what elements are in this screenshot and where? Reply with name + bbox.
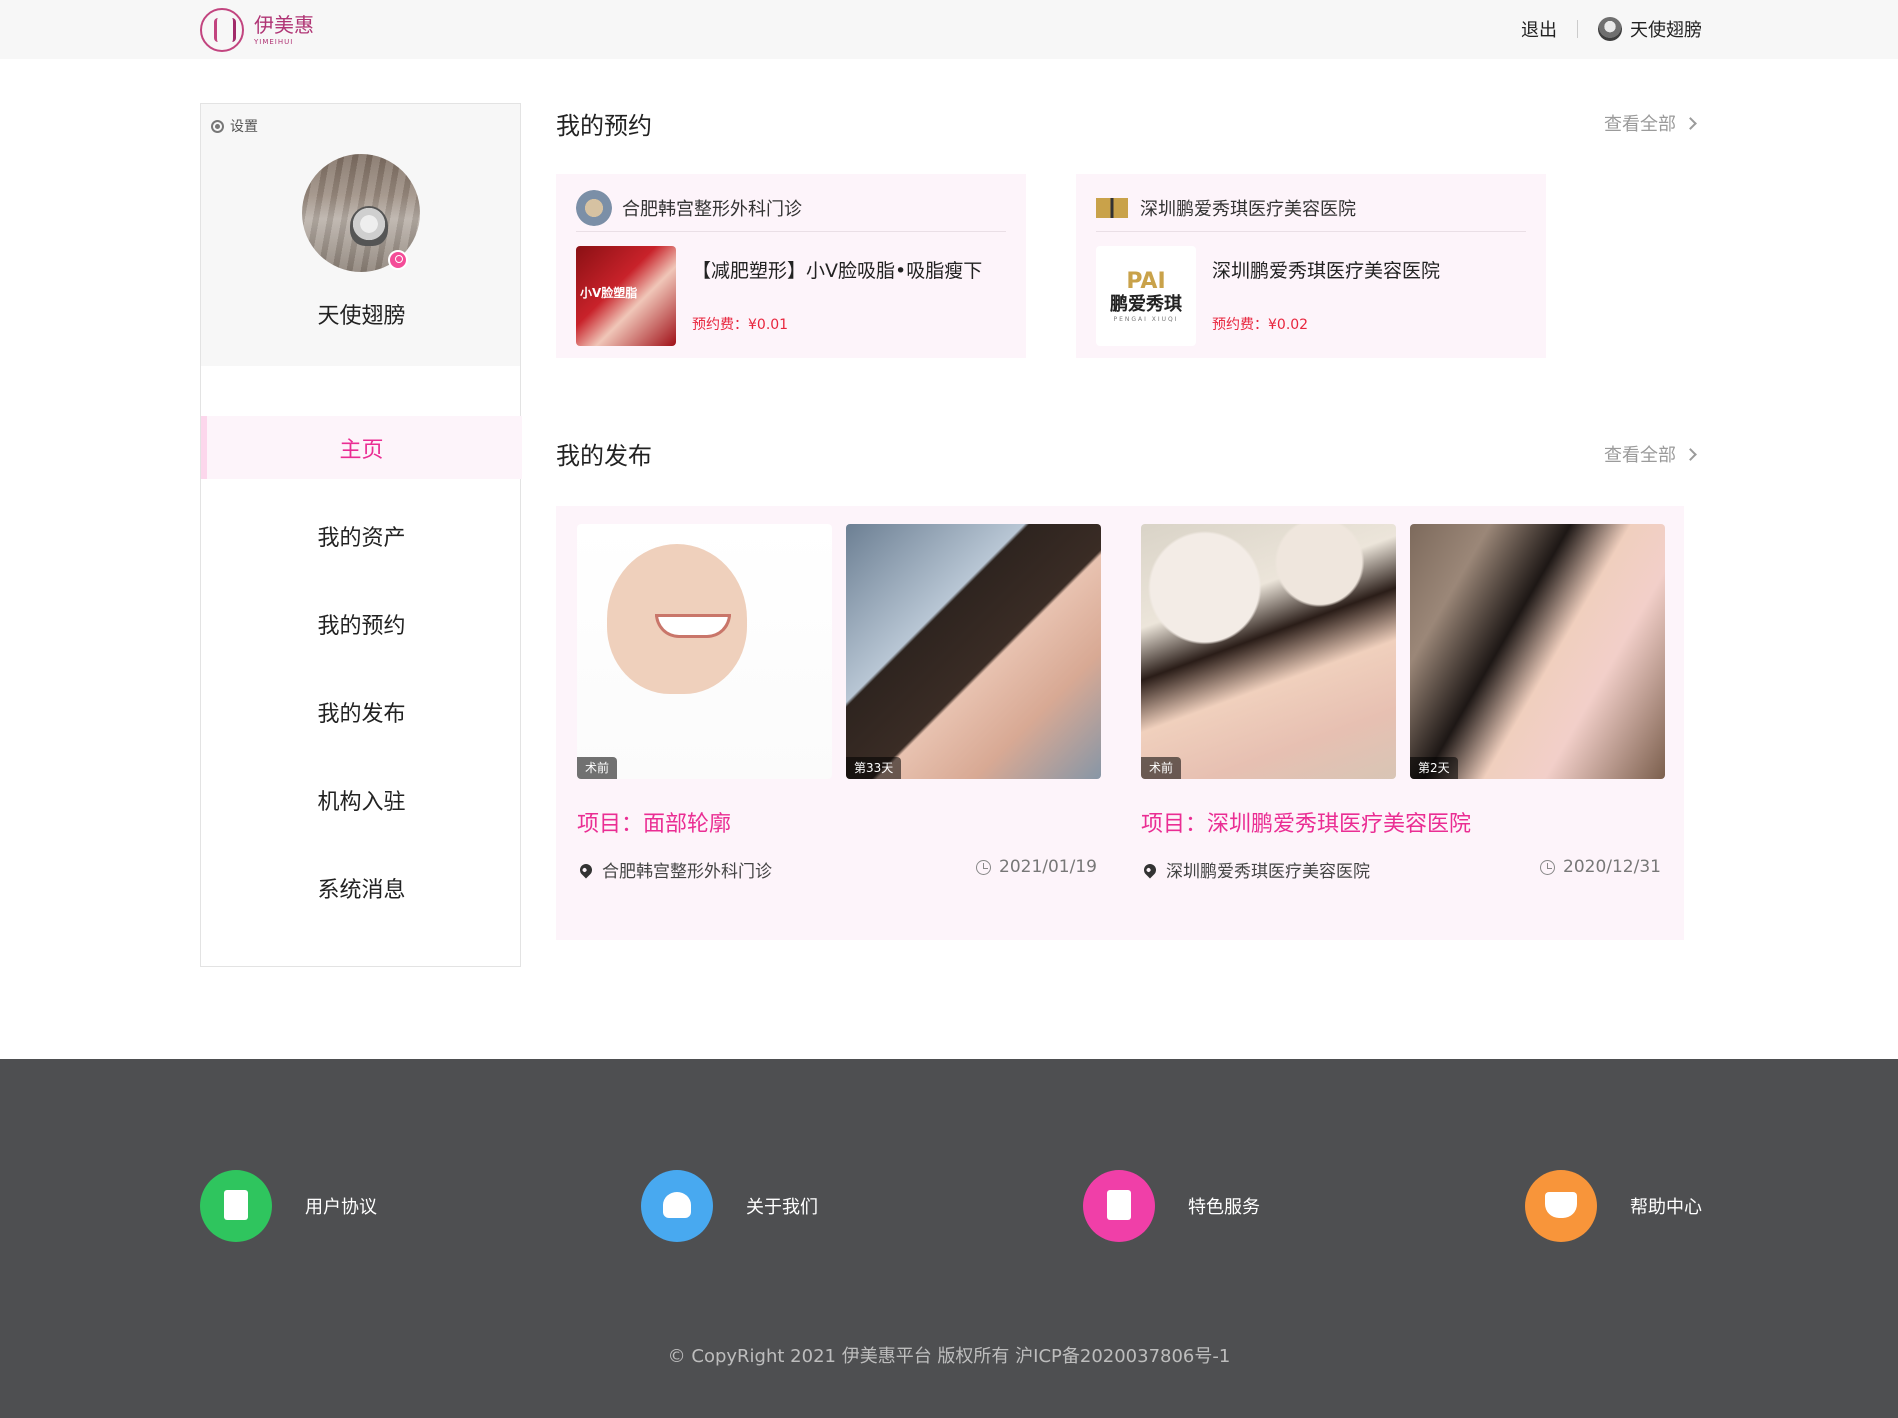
avatar[interactable] (302, 154, 420, 272)
image-tag: 术前 (577, 757, 618, 779)
brand-subtitle: YIMEIHUI (254, 38, 294, 46)
logo-icon (200, 8, 244, 52)
footer-link-about-us[interactable]: 关于我们 (641, 1170, 818, 1242)
sidebar-menu: 主页 我的资产 我的预约 我的发布 机构入驻 系统消息 (201, 416, 522, 944)
sidebar-item-reservations[interactable]: 我的预约 (201, 592, 522, 655)
reservation-clinic[interactable]: 深圳鹏爱秀琪医疗美容医院 (1096, 184, 1526, 232)
reservation-clinic[interactable]: 合肥韩宫整形外科门诊 (576, 184, 1006, 232)
image-tag: 术前 (1141, 757, 1182, 779)
post-image-before[interactable]: 术前 (577, 524, 832, 779)
settings-link[interactable]: 设置 (211, 116, 258, 136)
brand-name: 伊美惠 (254, 13, 314, 37)
reservations-view-all[interactable]: 查看全部 (1604, 110, 1697, 136)
post-image-after[interactable]: 第33天 (846, 524, 1101, 779)
post-image-after[interactable]: 第2天 (1410, 524, 1665, 779)
post-title[interactable]: 项目：面部轮廓 (577, 806, 731, 838)
sidebar-item-assets[interactable]: 我的资产 (201, 504, 522, 567)
book-icon (1525, 1170, 1597, 1242)
location-pin-icon (577, 861, 595, 878)
avatar-icon[interactable] (1598, 17, 1622, 41)
location-badge-icon (388, 250, 408, 270)
footer-link-help-center[interactable]: 帮助中心 (1525, 1170, 1702, 1242)
post-location: 深圳鹏爱秀琪医疗美容医院 (1141, 857, 1370, 882)
post-title[interactable]: 项目：深圳鹏爱秀琪医疗美容医院 (1141, 806, 1471, 838)
post-date: 2021/01/19 (976, 857, 1097, 877)
header-user-name[interactable]: 天使翅膀 (1630, 16, 1702, 42)
image-tag: 第2天 (1410, 757, 1458, 779)
list-icon (1083, 1170, 1155, 1242)
publications-panel: 术前 第33天 项目：面部轮廓 合肥韩宫整形外科门诊 2021/01/19 术前… (556, 506, 1684, 940)
gear-icon (211, 119, 224, 133)
reservations-title: 我的预约 (556, 112, 652, 140)
brand-logo[interactable]: 伊美惠 YIMEIHUI (200, 8, 314, 52)
reservation-card[interactable]: 深圳鹏爱秀琪医疗美容医院 PAI 鹏爱秀琪 PENGAI XIUQI 深圳鹏爱秀… (1076, 174, 1546, 358)
clock-icon (976, 859, 991, 875)
profile-user-name: 天使翅膀 (317, 304, 406, 329)
reservation-thumbnail[interactable]: 小V脸塑脂 (576, 246, 676, 346)
sidebar-item-publications[interactable]: 我的发布 (201, 680, 522, 743)
post-date: 2020/12/31 (1540, 857, 1661, 877)
post-location: 合肥韩宫整形外科门诊 (577, 857, 772, 882)
post-image-before[interactable]: 术前 (1141, 524, 1396, 779)
reservation-price: 预约费：¥0.01 (692, 317, 789, 333)
image-tag: 第33天 (846, 757, 902, 779)
clock-icon (1540, 859, 1555, 875)
publications-view-all[interactable]: 查看全部 (1604, 441, 1697, 467)
clinic-logo-icon (1096, 197, 1128, 218)
reservation-thumbnail[interactable]: PAI 鹏爱秀琪 PENGAI XIUQI (1096, 246, 1196, 346)
users-icon (641, 1170, 713, 1242)
sidebar-item-system-messages[interactable]: 系统消息 (201, 856, 522, 919)
user-nav: 退出 天使翅膀 (1521, 16, 1702, 42)
footer: 用户协议 关于我们 特色服务 帮助中心 © CopyRight 2021 伊美惠… (0, 1059, 1898, 1418)
footer-link-featured-services[interactable]: 特色服务 (1083, 1170, 1260, 1242)
reservation-price: 预约费：¥0.02 (1212, 317, 1309, 333)
top-bar: 伊美惠 YIMEIHUI 退出 天使翅膀 (0, 0, 1898, 59)
sidebar-item-institution-join[interactable]: 机构入驻 (201, 768, 522, 831)
copyright: © CopyRight 2021 伊美惠平台 版权所有 沪ICP备2020037… (667, 1346, 1231, 1367)
profile-card: 设置 天使翅膀 (201, 104, 520, 366)
reservation-card[interactable]: 合肥韩宫整形外科门诊 小V脸塑脂 【减肥塑形】小V脸吸脂•吸脂瘦下 预约费：¥0… (556, 174, 1026, 358)
reservation-item-title[interactable]: 【减肥塑形】小V脸吸脂•吸脂瘦下 (692, 256, 982, 283)
chevron-right-icon (1684, 447, 1697, 461)
location-pin-icon (1141, 861, 1159, 878)
settings-label: 设置 (230, 119, 258, 135)
footer-link-user-agreement[interactable]: 用户协议 (200, 1170, 377, 1242)
publications-title: 我的发布 (556, 442, 652, 470)
sidebar: 设置 天使翅膀 主页 我的资产 我的预约 我的发布 机构入驻 系统消息 (200, 103, 522, 967)
document-icon (200, 1170, 272, 1242)
chevron-right-icon (1684, 116, 1697, 130)
reservation-item-title[interactable]: 深圳鹏爱秀琪医疗美容医院 (1212, 256, 1440, 283)
logout-link[interactable]: 退出 (1521, 16, 1557, 42)
divider (1577, 20, 1578, 38)
clinic-logo-icon (576, 189, 612, 226)
sidebar-item-home[interactable]: 主页 (201, 416, 522, 479)
